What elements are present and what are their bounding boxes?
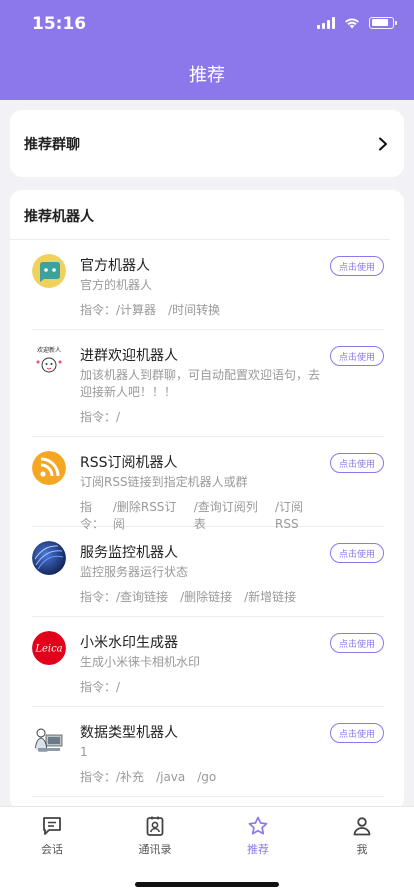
- bot-name: 小米水印生成器: [80, 635, 178, 651]
- avatar-label: Leica: [34, 644, 62, 655]
- bot-info: 服务监控机器人 监控服务器运行状态 指令：/查询链接/删除链接/新增链接: [80, 527, 384, 616]
- bot-list-item[interactable]: 数据类型机器人 1 指令：/补充/java/go 点击使用: [32, 707, 384, 797]
- tab-contacts[interactable]: 通讯录: [115, 815, 195, 857]
- avatar-label: 欢迎新人: [37, 346, 61, 354]
- contacts-icon: [146, 816, 164, 836]
- official-bot-icon: [32, 254, 66, 288]
- recommended-bots-card: 推荐机器人 官方机器人 官方的机器人 指令：/计算器/时间转换 点击使用 欢迎新人 进群欢…: [10, 190, 404, 810]
- bot-list-item[interactable]: RSS订阅机器人 订阅RSS链接到指定机器人或群 指令：/删除RSS订阅/查询订阅列…: [32, 437, 384, 531]
- bot-name: 服务监控机器人: [80, 545, 178, 561]
- bot-command-prefix: 指令：: [80, 590, 117, 604]
- bot-name: 官方机器人: [80, 258, 150, 274]
- bot-command-prefix: 指令：: [80, 303, 117, 317]
- nav-bar: 推荐: [0, 48, 414, 100]
- welcome-bot-icon: 欢迎新人: [32, 344, 66, 378]
- recommended-bots-title: 推荐机器人: [24, 209, 94, 225]
- bot-command: /: [116, 410, 121, 424]
- bot-info: 数据类型机器人 1 指令：/补充/java/go: [80, 707, 384, 796]
- status-bar: 15:16: [0, 0, 414, 48]
- bot-info: 官方机器人 官方的机器人 指令：/计算器/时间转换: [80, 240, 384, 329]
- recommended-bots-header: 推荐机器人: [10, 190, 390, 240]
- leica-icon: Leica: [32, 631, 66, 665]
- monitor-bot-icon: [32, 541, 66, 575]
- bot-command: /java: [156, 770, 186, 784]
- bot-command: /新增链接: [244, 590, 297, 604]
- bot-command-prefix: 指令：: [80, 680, 117, 694]
- rss-icon: [32, 451, 66, 485]
- use-bot-button[interactable]: 点击使用: [330, 256, 384, 276]
- battery-level: [371, 19, 388, 26]
- bot-name: 进群欢迎机器人: [80, 348, 178, 364]
- tab-label: 推荐: [247, 843, 269, 856]
- use-bot-button[interactable]: 点击使用: [330, 543, 384, 563]
- bot-list-item[interactable]: Leica 小米水印生成器 生成小米徕卡相机水印 指令： / 点击使用: [32, 617, 384, 707]
- bot-name: 数据类型机器人: [80, 725, 178, 741]
- bot-command: /go: [197, 770, 217, 784]
- use-bot-button[interactable]: 点击使用: [330, 633, 384, 653]
- recommended-groups-title: 推荐群聊: [24, 136, 80, 153]
- bot-description: 1: [80, 745, 88, 759]
- chevron-right-icon: [379, 137, 387, 150]
- tab-chat[interactable]: 会话: [12, 815, 92, 857]
- status-icons: [317, 16, 397, 29]
- bot-commands: 指令： /: [80, 409, 322, 426]
- status-time: 15:16: [32, 14, 87, 34]
- chat-icon: [43, 817, 61, 835]
- bot-command-prefix: 指令：: [80, 770, 117, 784]
- bot-command: /补充: [116, 770, 145, 784]
- signal-icon: [317, 16, 335, 29]
- bot-commands: 指令：/计算器/时间转换: [80, 302, 322, 319]
- use-bot-button[interactable]: 点击使用: [330, 453, 384, 473]
- bot-description: 监控服务器运行状态: [80, 565, 189, 579]
- use-bot-button[interactable]: 点击使用: [330, 346, 384, 366]
- data-type-bot-icon: [32, 721, 66, 755]
- bot-list: 官方机器人 官方的机器人 指令：/计算器/时间转换 点击使用 欢迎新人 进群欢迎机器人 加该…: [10, 240, 404, 797]
- bot-command: /计算器: [116, 303, 157, 317]
- tab-label: 通讯录: [138, 843, 172, 856]
- bot-command: /: [116, 680, 121, 694]
- bot-command: /时间转换: [168, 303, 221, 317]
- bot-name: RSS订阅机器人: [80, 455, 178, 471]
- bot-description: 订阅RSS链接到指定机器人或群: [80, 475, 248, 489]
- wifi-icon: [345, 18, 359, 29]
- bot-list-item[interactable]: 欢迎新人 进群欢迎机器人加该机器人到群聊，可自动配置欢迎语句，去迎接新人吧！！！ 指…: [32, 330, 384, 437]
- bot-commands: 指令： /: [80, 679, 322, 696]
- tab-me[interactable]: 我: [322, 815, 402, 857]
- tab-label: 我: [356, 843, 368, 856]
- use-bot-button[interactable]: 点击使用: [330, 723, 384, 743]
- bot-info: RSS订阅机器人 订阅RSS链接到指定机器人或群 指令：/删除RSS订阅/查询订阅列…: [80, 437, 384, 531]
- bot-description: 加该机器人到群聊，可自动配置欢迎语句，去迎接新人吧！！！: [80, 368, 321, 399]
- battery-icon: [369, 16, 397, 29]
- tab-recommend[interactable]: 推荐: [218, 815, 298, 857]
- star-icon: [248, 816, 268, 835]
- bot-list-item[interactable]: 官方机器人 官方的机器人 指令：/计算器/时间转换 点击使用: [32, 240, 384, 330]
- page-title: 推荐: [189, 65, 225, 86]
- user-icon: [353, 817, 371, 836]
- bot-commands: 指令：/补充/java/go: [80, 769, 322, 786]
- bot-command: /查询链接: [116, 590, 169, 604]
- home-indicator: [135, 882, 279, 887]
- bot-description: 生成小米徕卡相机水印: [80, 655, 201, 669]
- bot-command-prefix: 指令：: [80, 410, 117, 424]
- bot-list-item[interactable]: 服务监控机器人 监控服务器运行状态 指令：/查询链接/删除链接/新增链接 点击使用: [32, 527, 384, 617]
- tab-label: 会话: [41, 843, 63, 856]
- bot-info: 小米水印生成器 生成小米徕卡相机水印 指令： /: [80, 617, 384, 706]
- recommended-groups-row[interactable]: 推荐群聊: [10, 110, 404, 177]
- bot-commands: 指令：/查询链接/删除链接/新增链接: [80, 589, 322, 606]
- bot-description: 官方的机器人: [80, 278, 153, 292]
- bot-command: /删除链接: [180, 590, 233, 604]
